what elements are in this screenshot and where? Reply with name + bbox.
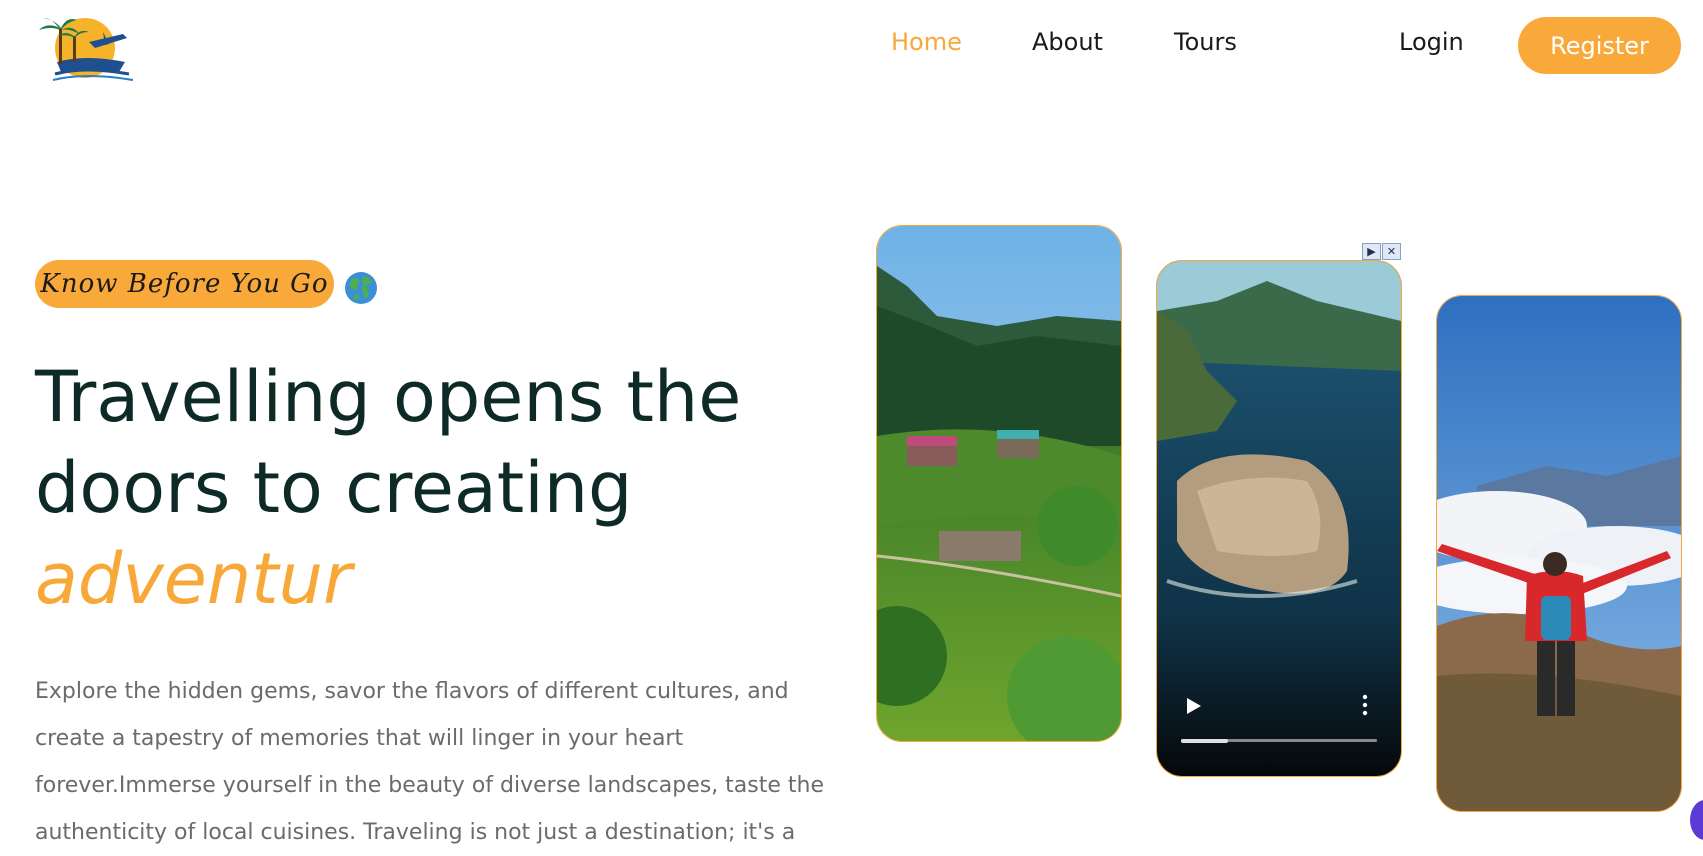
hero-title-accent: adventur bbox=[35, 538, 352, 620]
nav-login[interactable]: Login bbox=[1399, 28, 1464, 56]
logo-icon[interactable] bbox=[33, 14, 134, 84]
hiker-image-card bbox=[1436, 295, 1682, 812]
ad-close-icon[interactable]: ✕ bbox=[1382, 243, 1401, 260]
hero-title-line2: doors to creating bbox=[35, 447, 633, 529]
register-button[interactable]: Register bbox=[1518, 17, 1681, 74]
nav-home[interactable]: Home bbox=[891, 28, 962, 56]
village-image-card bbox=[876, 225, 1122, 742]
video-progress-fill bbox=[1181, 739, 1229, 743]
fortress-video-card[interactable] bbox=[1156, 260, 1402, 777]
play-icon[interactable] bbox=[1185, 696, 1203, 716]
more-options-icon[interactable] bbox=[1362, 694, 1368, 716]
hero-title-line1: Travelling opens the bbox=[35, 356, 742, 438]
ad-play-icon[interactable]: ▶ bbox=[1362, 243, 1381, 260]
scroll-corner bbox=[1690, 800, 1703, 840]
hero-description: Explore the hidden gems, savor the flavo… bbox=[35, 679, 825, 845]
tagline-badge: Know Before You Go bbox=[35, 260, 334, 308]
nav-about[interactable]: About bbox=[1032, 28, 1103, 56]
hero-title: Travelling opens the doors to creating a… bbox=[35, 352, 741, 625]
nav-tours[interactable]: Tours bbox=[1174, 28, 1237, 56]
ad-controls[interactable]: ▶ ✕ bbox=[1362, 243, 1402, 260]
globe-icon bbox=[344, 271, 378, 309]
